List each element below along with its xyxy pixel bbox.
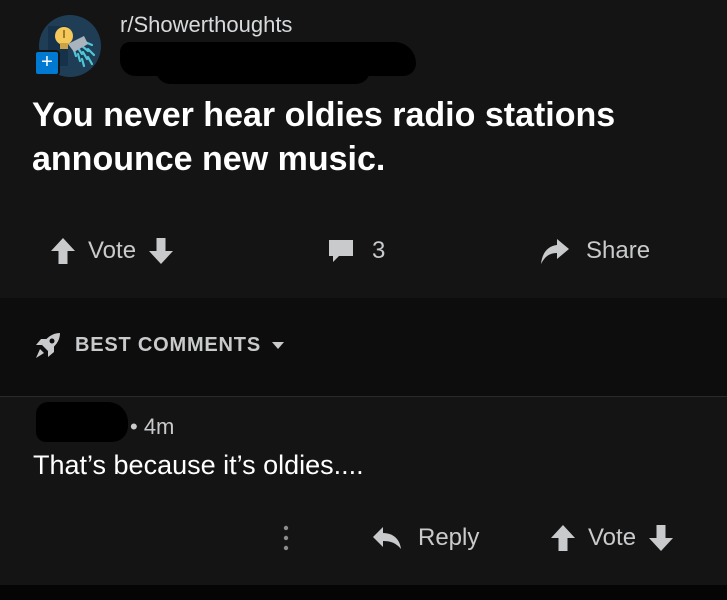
caret-down-icon bbox=[271, 342, 284, 349]
subreddit-name[interactable]: r/Showerthoughts bbox=[120, 12, 292, 38]
join-plus-icon[interactable]: + bbox=[34, 50, 60, 76]
reply-label: Reply bbox=[418, 524, 480, 551]
sort-label: BEST COMMENTS bbox=[75, 333, 261, 356]
comment-author-redaction bbox=[36, 402, 128, 442]
comments-button[interactable]: 3 bbox=[327, 231, 385, 271]
comment-more-button[interactable] bbox=[280, 518, 292, 558]
share-label: Share bbox=[586, 237, 651, 264]
post-vote-label: Vote bbox=[88, 237, 137, 264]
comment-meta: • 4m bbox=[130, 414, 175, 439]
post-card: + r/Showerthoughts You never hear oldies… bbox=[0, 0, 727, 298]
comment-vote-control: Vote bbox=[550, 518, 674, 558]
comment-vote-label: Vote bbox=[588, 524, 637, 551]
post-vote-control: Vote bbox=[50, 231, 174, 271]
comment-bubble-icon bbox=[329, 240, 353, 262]
reply-arrow-icon bbox=[373, 527, 401, 549]
bottom-divider bbox=[0, 585, 727, 600]
post-title[interactable]: You never hear oldies radio stations ann… bbox=[32, 93, 712, 181]
rocket-icon bbox=[36, 333, 60, 358]
share-button[interactable]: Share bbox=[540, 231, 650, 271]
share-arrow-icon bbox=[541, 239, 569, 264]
username-redaction bbox=[120, 42, 416, 84]
downvote-arrow-icon[interactable] bbox=[648, 524, 674, 552]
more-vertical-icon bbox=[283, 525, 289, 551]
upvote-arrow-icon[interactable] bbox=[550, 524, 576, 552]
downvote-arrow-icon[interactable] bbox=[148, 237, 174, 265]
reply-button[interactable]: Reply bbox=[372, 518, 479, 558]
upvote-arrow-icon[interactable] bbox=[50, 237, 76, 265]
sort-dropdown[interactable]: BEST COMMENTS bbox=[33, 330, 285, 360]
comment-body: That’s because it’s oldies.... bbox=[33, 450, 364, 480]
comment-count: 3 bbox=[372, 237, 386, 264]
